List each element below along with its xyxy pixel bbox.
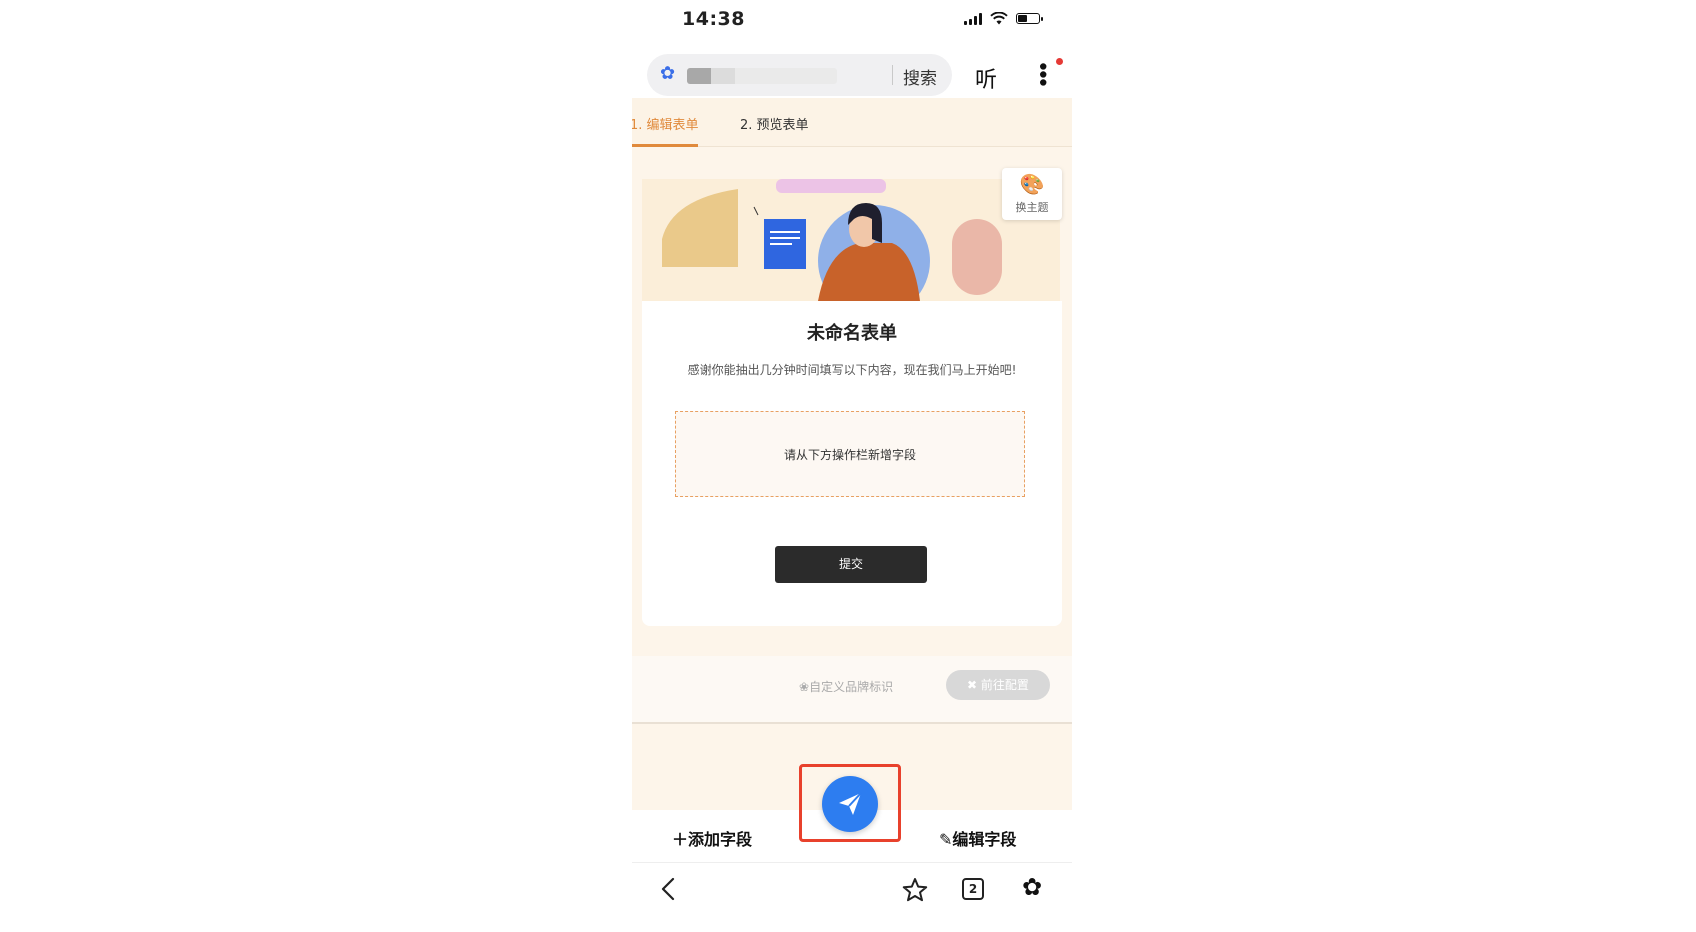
status-bar: 14:38 xyxy=(632,0,1072,44)
add-field-button[interactable]: ＋添加字段 xyxy=(672,826,752,850)
tab-preview-form[interactable]: 2. 预览表单 xyxy=(740,114,809,133)
brand-settings-row: ❀自定义品牌标识 ✖ 前往配置 xyxy=(632,656,1072,724)
status-icons xyxy=(964,12,1043,25)
active-tab-indicator xyxy=(632,144,698,147)
step-tabs: 1. 编辑表单 2. 预览表单 xyxy=(632,98,1072,147)
address-bar[interactable]: ✿ 搜索 xyxy=(647,54,952,96)
paper-plane-icon xyxy=(839,792,862,815)
signal-icon xyxy=(964,12,982,25)
blurred-url xyxy=(687,68,837,84)
form-editor-page: 1. 编辑表单 2. 预览表单 🎨 换主题 未命名表单 感谢你能抽出几分钟时间填… xyxy=(632,98,1072,810)
change-theme-button[interactable]: 🎨 换主题 xyxy=(1002,168,1062,220)
empty-fields-text: 请从下方操作栏新增字段 xyxy=(783,448,916,462)
search-button[interactable]: 搜索 xyxy=(903,64,937,89)
form-banner xyxy=(642,179,1060,301)
form-description[interactable]: 感谢你能抽出几分钟时间填写以下内容，现在我们马上开始吧! xyxy=(642,361,1062,378)
baidu-home-icon[interactable]: ✿ xyxy=(1022,873,1042,901)
back-icon[interactable] xyxy=(660,877,676,901)
publish-fab-button[interactable] xyxy=(822,776,878,832)
empty-fields-placeholder: 请从下方操作栏新增字段 xyxy=(675,411,1025,497)
change-theme-label: 换主题 xyxy=(1015,201,1049,214)
edit-field-label: 编辑字段 xyxy=(952,830,1017,849)
banner-illustration xyxy=(642,179,1060,301)
wifi-icon xyxy=(990,12,1008,25)
custom-brand-text: 自定义品牌标识 xyxy=(809,680,894,694)
edit-field-button[interactable]: ✎编辑字段 xyxy=(939,826,1016,850)
tab-edit-form[interactable]: 1. 编辑表单 xyxy=(632,114,699,133)
more-menu-icon[interactable]: ••• xyxy=(1029,60,1054,84)
tabs-count-button[interactable]: 2 xyxy=(962,878,984,900)
palette-icon: 🎨 xyxy=(1019,172,1045,196)
battery-icon xyxy=(1016,13,1043,24)
baidu-paw-icon: ✿ xyxy=(660,63,676,84)
go-configure-button[interactable]: ✖ 前往配置 xyxy=(946,670,1050,700)
browser-nav-bar: 2 ✿ xyxy=(632,862,1072,932)
submit-button[interactable]: 提交 xyxy=(775,546,927,583)
phone-screen: 14:38 ✿ 搜索 听 ••• 1. 编辑表单 2. 预览表单 🎨 换主题 未… xyxy=(632,0,1072,932)
custom-brand-label: ❀自定义品牌标识 xyxy=(799,680,894,694)
listen-button[interactable]: 听 xyxy=(975,62,997,94)
form-title[interactable]: 未命名表单 xyxy=(642,319,1062,345)
go-configure-label: 前往配置 xyxy=(980,678,1029,692)
browser-header: ✿ 搜索 听 ••• xyxy=(632,54,1072,98)
add-field-label: 添加字段 xyxy=(688,830,753,849)
favorite-star-icon[interactable] xyxy=(902,877,928,903)
notification-dot xyxy=(1056,58,1063,65)
form-card: 未命名表单 感谢你能抽出几分钟时间填写以下内容，现在我们马上开始吧! 请从下方操… xyxy=(642,301,1062,626)
status-time: 14:38 xyxy=(682,8,745,30)
search-divider xyxy=(892,65,893,85)
